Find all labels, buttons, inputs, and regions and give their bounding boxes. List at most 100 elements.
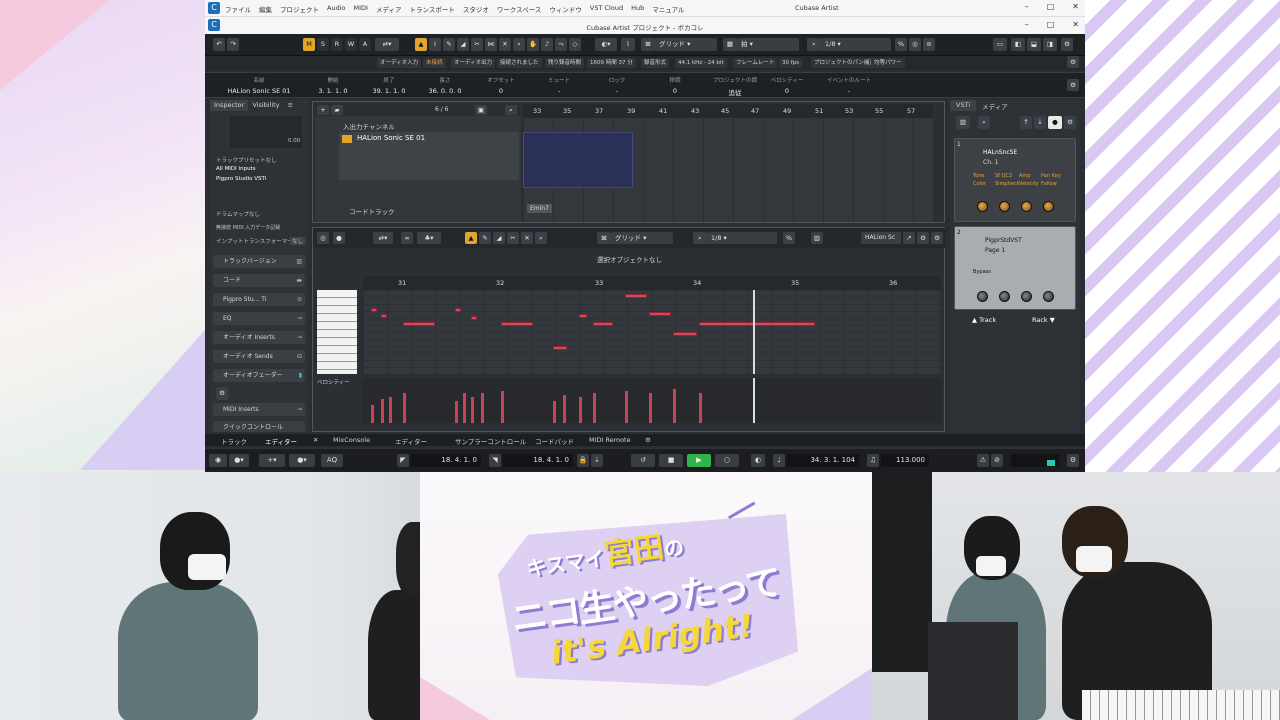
- quantize-icon[interactable]: ⌕: [807, 38, 821, 51]
- menu-item[interactable]: マニュアル: [652, 4, 684, 14]
- quick-control-knob[interactable]: [1021, 291, 1032, 302]
- tab-editor[interactable]: エディター: [265, 436, 297, 446]
- hand-tool-icon[interactable]: ✋: [527, 38, 539, 51]
- track-preset-icon[interactable]: ▰: [331, 105, 343, 115]
- velocity-bar[interactable]: [371, 405, 374, 423]
- velocity-bar[interactable]: [699, 393, 702, 423]
- timewarp-icon[interactable]: ⤳: [555, 38, 567, 51]
- maximize-icon[interactable]: □: [1047, 2, 1055, 11]
- quick-control-knob[interactable]: [999, 201, 1010, 212]
- layout-icon[interactable]: ▭: [993, 38, 1007, 51]
- midi-input-record[interactable]: 無接続 MIDI 入力データ記録: [216, 224, 280, 231]
- arrange-event-area[interactable]: Emin7: [523, 118, 933, 222]
- quick-control-knob[interactable]: [1021, 201, 1032, 212]
- snap-mode-icon[interactable]: ◐▾: [595, 38, 617, 51]
- cycle-mode-icon[interactable]: +▾: [259, 454, 285, 467]
- iterative-quantize-icon[interactable]: %: [895, 38, 907, 51]
- midi-part[interactable]: [523, 132, 633, 188]
- zone-right-icon[interactable]: ◨: [1043, 38, 1057, 51]
- gear-icon[interactable]: ⚙: [645, 436, 651, 444]
- tab-mixconsole[interactable]: MixConsole: [333, 436, 370, 444]
- velocity-bar[interactable]: [625, 391, 628, 423]
- midi-note[interactable]: [673, 332, 697, 336]
- add-instrument-icon[interactable]: ▥: [956, 116, 970, 129]
- zone-left-icon[interactable]: ◧: [1011, 38, 1025, 51]
- quantize-select[interactable]: 1/8 ▾: [821, 38, 891, 51]
- iterative-quantize-icon[interactable]: %: [783, 232, 795, 244]
- left-locator-icon[interactable]: ◤: [397, 454, 409, 467]
- right-locator-field[interactable]: 18. 4. 1. 0: [503, 454, 573, 467]
- midi-output[interactable]: Pigpro Studio VSTi: [216, 176, 266, 182]
- section-instrument[interactable]: Pigpro Stu... Ti ⊘: [213, 293, 305, 306]
- mute-tool-icon[interactable]: ✕: [499, 38, 511, 51]
- midi-note[interactable]: [553, 346, 567, 350]
- section-eq[interactable]: EQ ⊸: [213, 312, 305, 325]
- velocity-bar[interactable]: [463, 393, 466, 423]
- gear-icon[interactable]: ⚙: [216, 387, 228, 400]
- info-offset[interactable]: オフセット 0: [481, 76, 521, 95]
- arrange-ruler[interactable]: 33 35 37 39 41 43 45 47 49 51 53 55 57: [523, 104, 933, 118]
- drum-map[interactable]: ドラムマップなし: [216, 210, 260, 218]
- tab-visibility[interactable]: Visibility: [248, 100, 283, 111]
- input-transformer[interactable]: インプットトランスフォーマー: [216, 237, 293, 245]
- minimize-icon[interactable]: –: [1025, 20, 1029, 29]
- open-instrument-icon[interactable]: ↗: [903, 232, 915, 244]
- midi-note[interactable]: [371, 308, 377, 312]
- tempo-icon[interactable]: ♫: [867, 454, 879, 467]
- click-settings-icon[interactable]: ⊘: [991, 454, 1003, 467]
- solo-editor-icon[interactable]: ◎: [317, 232, 329, 244]
- close-icon[interactable]: ✕: [1072, 2, 1079, 11]
- write-button[interactable]: W: [345, 38, 357, 51]
- pencil-tool-icon[interactable]: ✎: [479, 232, 491, 244]
- info-transpose[interactable]: 移調 0: [655, 76, 695, 95]
- midi-note[interactable]: [593, 322, 613, 326]
- input-transformer-value[interactable]: なし: [290, 237, 306, 245]
- midi-input[interactable]: All MIDI Inputs: [216, 166, 256, 172]
- insert-velocity-icon[interactable]: ♣▾: [417, 232, 441, 244]
- chord-event[interactable]: Emin7: [527, 204, 552, 213]
- eraser-tool-icon[interactable]: ◢: [457, 38, 469, 51]
- down-arrow-icon[interactable]: ↓: [1034, 116, 1046, 129]
- menu-item[interactable]: MIDI: [353, 4, 367, 14]
- chord-track-name[interactable]: コードトラック: [349, 206, 395, 216]
- velocity-bar[interactable]: [553, 401, 556, 423]
- editor-instrument[interactable]: HALion Sc: [861, 232, 901, 244]
- info-end[interactable]: 終了 39. 1. 1. 0: [369, 76, 409, 95]
- search-icon[interactable]: ⌕: [505, 105, 517, 115]
- menu-item[interactable]: ワークスペース: [497, 4, 542, 14]
- zoom-tool-icon[interactable]: ⌕: [535, 232, 547, 244]
- velocity-bar[interactable]: [563, 395, 566, 423]
- comp-tool-icon[interactable]: ◇: [569, 38, 581, 51]
- mute-button[interactable]: M: [303, 38, 315, 51]
- menu-icon[interactable]: ≡: [284, 100, 297, 111]
- pencil-tool-icon[interactable]: ✎: [443, 38, 455, 51]
- midi-note[interactable]: [699, 322, 815, 326]
- quick-control-knob[interactable]: [1043, 201, 1054, 212]
- menu-item[interactable]: メディア: [376, 4, 402, 14]
- menu-item[interactable]: 編集: [259, 4, 272, 14]
- velocity-bar[interactable]: [389, 397, 392, 423]
- section-audio-inserts[interactable]: オーディオ Inserts ⊸: [213, 331, 305, 344]
- velocity-bar[interactable]: [579, 397, 582, 423]
- zoom-tool-icon[interactable]: ⌕: [513, 38, 525, 51]
- section-quick-controls[interactable]: クイックコントロール: [213, 421, 305, 432]
- auto-quantize-mode-icon[interactable]: ●▾: [289, 454, 315, 467]
- tab-inspector[interactable]: Inspector: [210, 100, 249, 111]
- autoscroll-icon[interactable]: ⇄▾: [375, 38, 399, 51]
- menu-item[interactable]: VST Cloud: [590, 4, 623, 14]
- quick-control-knob[interactable]: [999, 291, 1010, 302]
- quick-control-knob[interactable]: [977, 201, 988, 212]
- midi-note[interactable]: [501, 322, 533, 326]
- grid-icon[interactable]: ▦: [723, 38, 737, 51]
- speaker-tool-icon[interactable]: ♪: [541, 38, 553, 51]
- glue-tool-icon[interactable]: ⋈: [485, 38, 497, 51]
- minimize-icon[interactable]: –: [1025, 2, 1029, 11]
- info-lock[interactable]: ロック -: [597, 76, 637, 95]
- right-locator-icon[interactable]: ◥: [489, 454, 501, 467]
- folder-track-name[interactable]: 入出力チャンネル: [343, 121, 395, 131]
- menu-item[interactable]: ファイル: [225, 4, 251, 14]
- midi-note[interactable]: [649, 312, 671, 316]
- up-arrow-icon[interactable]: ↑: [1020, 116, 1032, 129]
- pointer-tool-icon[interactable]: ▲: [415, 38, 427, 51]
- rack-button[interactable]: Rack ▼: [1032, 316, 1055, 324]
